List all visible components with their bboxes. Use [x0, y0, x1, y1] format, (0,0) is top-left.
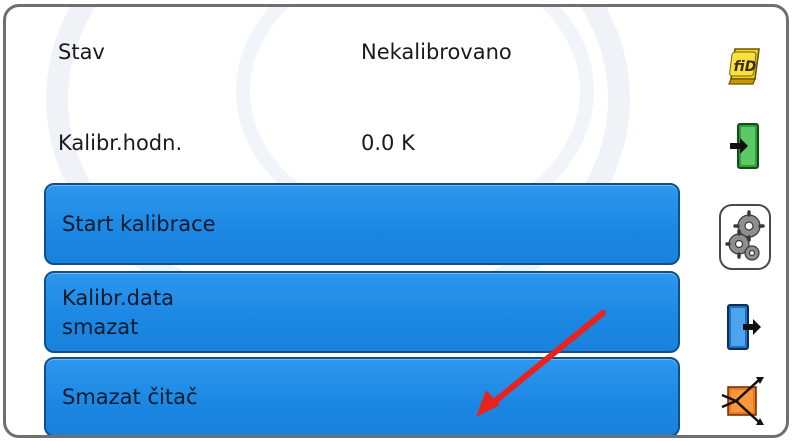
window-frame: Stav Nekalibrovano Kalibr.hodn. 0.0 K St… — [3, 4, 789, 438]
start-calibration-label: Start kalibrace — [62, 212, 216, 236]
output-icon[interactable] — [725, 302, 765, 358]
function-icon[interactable] — [720, 375, 768, 431]
status-label: Stav — [58, 40, 105, 64]
calibration-label: Kalibr.hodn. — [58, 131, 183, 155]
calibration-value: 0.0 K — [361, 131, 415, 155]
fid-icon-text: fiD — [734, 59, 757, 75]
delete-calibration-line2: smazat — [62, 315, 139, 339]
delete-calibration-data-button[interactable]: Kalibr.data smazat — [44, 271, 680, 353]
start-calibration-button[interactable]: Start kalibrace — [44, 183, 680, 265]
delete-counter-button[interactable]: Smazat čitač — [44, 357, 680, 435]
status-value: Nekalibrovano — [361, 40, 512, 64]
input-icon[interactable] — [728, 122, 762, 176]
delete-calibration-line1: Kalibr.data — [62, 286, 174, 310]
fid-icon[interactable]: fiD — [725, 46, 763, 90]
gears-icon[interactable] — [719, 204, 771, 274]
delete-counter-label: Smazat čitač — [62, 385, 198, 409]
